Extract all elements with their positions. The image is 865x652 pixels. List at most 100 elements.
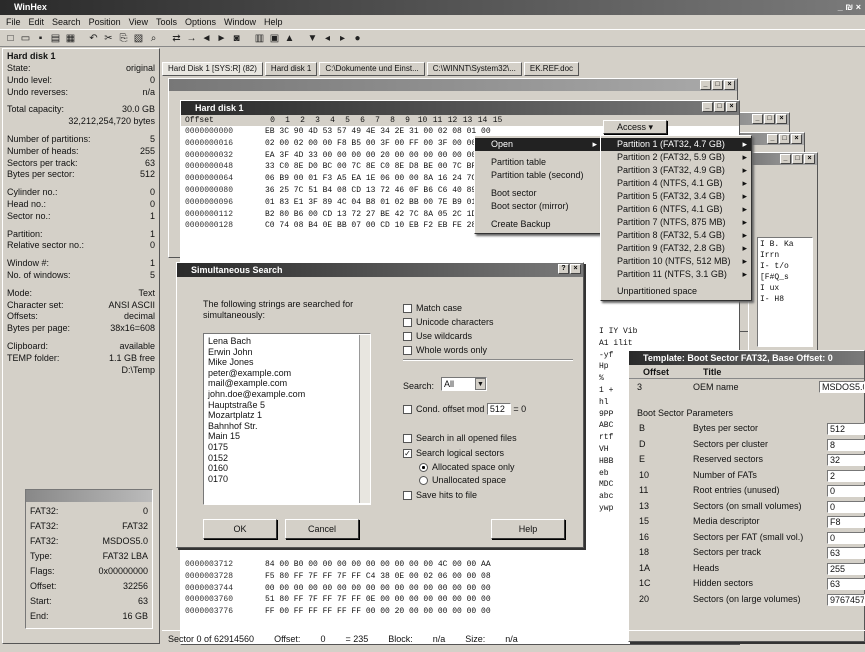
tab-3[interactable]: C:\WINNT\System32\... bbox=[426, 62, 522, 76]
close-button[interactable]: × bbox=[726, 102, 737, 112]
template-value-field[interactable]: 0 bbox=[827, 485, 865, 497]
partition-menu-item[interactable]: Partition 7 (NTFS, 875 MB) ▸ bbox=[601, 216, 751, 229]
hex-bytes[interactable]: 01 83 E1 3F 89 4C 04 B8 01 02 BB 00 7E B… bbox=[265, 198, 491, 207]
context-menu-item[interactable]: Create Backup bbox=[475, 218, 601, 231]
hex-bytes[interactable]: C0 74 08 B4 0E BB 07 00 CD 10 EB F2 EB F… bbox=[265, 221, 491, 230]
menu-edit[interactable]: Edit bbox=[29, 15, 45, 29]
paste-icon[interactable]: ▧ bbox=[132, 32, 145, 45]
forward-icon[interactable]: ► bbox=[215, 32, 228, 45]
access-button[interactable]: Access ▾ bbox=[603, 120, 667, 134]
undo-icon[interactable]: ↶ bbox=[87, 32, 100, 45]
hex-bytes[interactable]: 06 B9 00 01 F3 A5 EA 1E 06 00 00 8A 16 2… bbox=[265, 174, 491, 183]
properties-icon[interactable]: ▦ bbox=[64, 32, 77, 45]
window-controls[interactable]: _ ₪ × bbox=[838, 0, 861, 15]
back-icon[interactable]: ◄ bbox=[200, 32, 213, 45]
hex-bytes[interactable]: 51 80 FF 7F FF 7F FF 0E 00 00 00 00 00 0… bbox=[265, 595, 491, 604]
partition-menu-item[interactable]: Partition 10 (NTFS, 512 MB) ▸ bbox=[601, 255, 751, 268]
maximize-button[interactable]: □ bbox=[714, 102, 725, 112]
template-value-field[interactable]: 8 bbox=[827, 438, 865, 451]
hex-bytes[interactable]: F5 80 FF 7F FF 7F FF C4 38 0E 00 02 06 0… bbox=[265, 572, 491, 581]
partition-menu-item[interactable]: Partition 1 (FAT32, 4.7 GB) ▸ bbox=[601, 138, 751, 151]
hex-bytes[interactable]: 33 C0 8E D0 BC 00 7C 8E C0 8E D8 BE 00 7… bbox=[265, 162, 491, 171]
context-menu-item[interactable]: Partition table bbox=[475, 156, 601, 169]
context-menu-item[interactable]: Open ▸ bbox=[475, 138, 601, 151]
arrow-down-icon[interactable]: ▼ bbox=[306, 32, 319, 45]
partition-menu-item[interactable]: Partition 11 (NTFS, 3.1 GB) ▸ bbox=[601, 268, 751, 281]
allocated-space-radio[interactable]: Allocated space only bbox=[419, 462, 515, 473]
goto-icon[interactable]: → bbox=[185, 32, 198, 45]
help-button[interactable]: Help bbox=[491, 519, 565, 539]
cancel-button[interactable]: Cancel bbox=[285, 519, 359, 539]
partition-menu-item[interactable]: Partition 4 (NTFS, 4.1 GB) ▸ bbox=[601, 177, 751, 190]
calc-icon[interactable]: ▣ bbox=[268, 32, 281, 45]
cond-offset-input[interactable]: 512 bbox=[486, 403, 511, 415]
hex-bytes[interactable]: 02 00 02 00 00 F8 B5 00 3F 00 FF 00 3F 0… bbox=[265, 139, 491, 148]
logical-sectors-option[interactable]: ✓ Search logical sectors bbox=[403, 448, 504, 459]
save-hits-option[interactable]: Save hits to file bbox=[403, 490, 477, 501]
terms-scrollbar[interactable] bbox=[359, 335, 370, 503]
dialog-close-button[interactable]: × bbox=[570, 264, 581, 274]
hex-bytes[interactable]: EB 3C 90 4D 53 57 49 4E 34 2E 31 00 02 0… bbox=[265, 127, 491, 136]
disk-icon[interactable]: ◙ bbox=[230, 32, 243, 45]
template-value-field[interactable]: 2 bbox=[827, 469, 865, 482]
menu-window[interactable]: Window bbox=[224, 15, 256, 29]
unallocated-space-radio[interactable]: Unallocated space bbox=[419, 475, 506, 486]
hex-row[interactable]: 0000003776 FF 00 FF FF FF FF FF 00 00 20 … bbox=[185, 606, 491, 618]
tab-0[interactable]: Hard Disk 1 [SYS:R] (82) bbox=[162, 62, 263, 76]
search-all-files-option[interactable]: Search in all opened files bbox=[403, 433, 517, 444]
template-value-field[interactable]: 63 bbox=[827, 547, 865, 559]
template-value-field[interactable]: 255 bbox=[827, 562, 865, 575]
arrow-up-icon[interactable]: ▲ bbox=[283, 32, 296, 45]
hex-bytes[interactable]: FF 00 FF FF FF FF FF 00 00 20 00 00 00 0… bbox=[265, 607, 491, 616]
partition-menu-item[interactable]: Partition 8 (FAT32, 5.4 GB) ▸ bbox=[601, 229, 751, 242]
option-checkbox[interactable] bbox=[403, 332, 412, 342]
open-icon[interactable]: ▭ bbox=[19, 32, 32, 45]
search-option[interactable]: Unicode characters bbox=[403, 315, 573, 329]
template-value-field[interactable]: 0 bbox=[827, 500, 865, 513]
ram-icon[interactable]: ▥ bbox=[253, 32, 266, 45]
save-icon[interactable]: ▪ bbox=[34, 32, 47, 45]
next-icon[interactable]: ▸ bbox=[336, 32, 349, 45]
menu-tools[interactable]: Tools bbox=[156, 15, 177, 29]
search-option[interactable]: Whole words only bbox=[403, 343, 573, 357]
minimize-button[interactable]: _ bbox=[702, 102, 713, 112]
menu-search[interactable]: Search bbox=[52, 15, 81, 29]
option-checkbox[interactable] bbox=[403, 346, 412, 356]
menu-position[interactable]: Position bbox=[89, 15, 121, 29]
hex-row[interactable]: 0000003712 84 00 B0 00 00 00 00 00 00 00 … bbox=[185, 559, 491, 571]
cond-offset-checkbox[interactable] bbox=[403, 405, 412, 415]
hex-bytes[interactable]: EA 3F 4D 33 00 00 00 00 20 00 00 00 00 0… bbox=[265, 151, 491, 160]
search-scope-select[interactable]: All ▼ bbox=[441, 377, 487, 391]
menu-file[interactable]: File bbox=[6, 15, 21, 29]
menu-help[interactable]: Help bbox=[264, 15, 283, 29]
hex-bytes[interactable]: 36 25 7C 51 B4 08 CD 13 72 46 0F B6 C6 4… bbox=[265, 186, 491, 195]
menu-view[interactable]: View bbox=[129, 15, 148, 29]
new-file-icon[interactable]: □ bbox=[4, 32, 17, 45]
template-value-field[interactable]: F8 bbox=[827, 516, 865, 528]
menu-options[interactable]: Options bbox=[185, 15, 216, 29]
template-value-field[interactable]: 63 bbox=[827, 578, 865, 590]
hex-row[interactable]: 0000003728 F5 80 FF 7F FF 7F FF C4 38 0E … bbox=[185, 571, 491, 583]
context-menu-item[interactable]: Boot sector (mirror) bbox=[475, 200, 601, 213]
partition-menu-item[interactable]: Partition 2 (FAT32, 5.9 GB) ▸ bbox=[601, 151, 751, 164]
context-menu-item[interactable]: Partition table (second) bbox=[475, 169, 601, 182]
search-icon[interactable]: ⌕ bbox=[147, 32, 160, 45]
tab-2[interactable]: C:\Dokumente und Einst... bbox=[319, 62, 425, 76]
hex-bottom-rows[interactable]: 0000003712 84 00 B0 00 00 00 00 00 00 00 … bbox=[181, 559, 491, 618]
hex-row[interactable]: 0000003760 51 80 FF 7F FF 7F FF 0E 00 00 … bbox=[185, 594, 491, 606]
partition-menu-item[interactable]: Partition 9 (FAT32, 2.8 GB) ▸ bbox=[601, 242, 751, 255]
replace-icon[interactable]: ⇄ bbox=[170, 32, 183, 45]
search-terms-textarea[interactable]: Lena Bach Erwin John Mike Jones peter@examp… bbox=[203, 333, 371, 505]
help-icon[interactable]: ● bbox=[351, 32, 364, 45]
partition-menu-item[interactable]: Partition 6 (NTFS, 4.1 GB) ▸ bbox=[601, 203, 751, 216]
partition-menu-item[interactable]: Partition 3 (FAT32, 4.9 GB) ▸ bbox=[601, 164, 751, 177]
search-option[interactable]: Match case bbox=[403, 301, 573, 315]
partition-menu-item[interactable]: Partition 5 (FAT32, 3.4 GB) ▸ bbox=[601, 190, 751, 203]
template-value-field[interactable]: 512 bbox=[827, 423, 865, 435]
prev-icon[interactable]: ◂ bbox=[321, 32, 334, 45]
ok-button[interactable]: OK bbox=[203, 519, 277, 539]
template-value-field[interactable]: 9767457 bbox=[827, 593, 865, 606]
search-option[interactable]: Use wildcards bbox=[403, 329, 573, 343]
template-value-field[interactable]: 0 bbox=[827, 531, 865, 544]
context-menu-item[interactable]: Boot sector bbox=[475, 187, 601, 200]
